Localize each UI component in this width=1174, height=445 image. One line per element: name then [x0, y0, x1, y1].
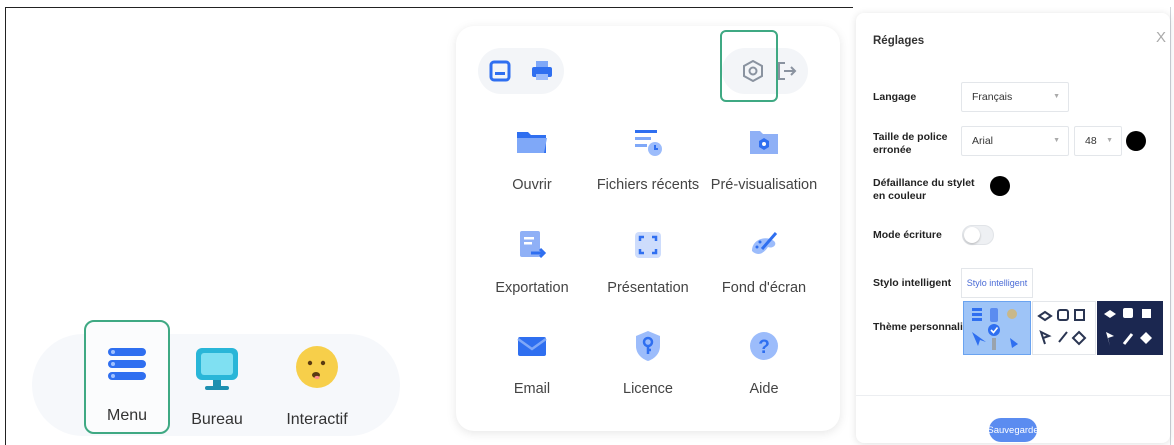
print-icon: [532, 61, 552, 80]
menu-item-label: Présentation: [607, 280, 689, 296]
menu-item-label: Licence: [623, 381, 673, 397]
toolbar-menu-label: Menu: [106, 407, 148, 424]
font-size-label-line2: erronée: [873, 144, 912, 156]
smart-pen-button[interactable]: Stylo intelligent: [961, 268, 1033, 298]
menu-item-label: Fond d'écran: [721, 280, 807, 296]
frame-border-left: [5, 7, 6, 445]
toolbar-bureau-button[interactable]: Bureau: [172, 334, 262, 436]
menu-item-presentation[interactable]: Présentation: [584, 227, 712, 317]
pen-color-label: Défaillance du stylet en couleur: [873, 177, 975, 203]
menu-item-aide[interactable]: ? Aide: [700, 328, 828, 418]
language-value: Français: [972, 91, 1013, 103]
font-size-value: 48: [1085, 135, 1097, 147]
settings-title: Réglages: [873, 35, 925, 47]
close-icon[interactable]: X: [1156, 29, 1166, 46]
recent-files-icon: [635, 130, 662, 156]
theme-preview-white-icon: [1037, 309, 1087, 346]
chevron-down-icon: ▼: [1106, 137, 1113, 144]
chevron-down-icon: ▼: [1053, 137, 1060, 144]
settings-panel: Réglages X Langage Français ▼ Taille de …: [856, 13, 1170, 443]
font-color-swatch[interactable]: [1126, 131, 1146, 151]
menu-item-licence[interactable]: Licence: [584, 328, 712, 418]
folder-icon: [517, 132, 547, 153]
language-label: Langage: [873, 91, 917, 103]
font-family-select[interactable]: Arial ▼: [961, 126, 1069, 156]
help-icon: ?: [750, 332, 778, 360]
footer-divider: [856, 395, 1170, 396]
writing-mode-toggle[interactable]: [962, 225, 994, 245]
menu-item-label: Aide: [749, 381, 779, 397]
writing-mode-label: Mode écriture: [873, 229, 942, 241]
toolbar-menu-button[interactable]: Menu: [84, 320, 170, 434]
save-settings-button[interactable]: Sauvegarde: [987, 418, 1039, 442]
menu-item-fond-ecran[interactable]: Fond d'écran: [700, 227, 828, 317]
menu-item-label: Fichiers récents: [596, 177, 700, 193]
menu-item-exportation[interactable]: Exportation: [468, 227, 596, 317]
theme-option-white[interactable]: [1032, 301, 1096, 355]
pen-color-label-line1: Défaillance du stylet: [873, 177, 975, 189]
theme-label: Thème personnalisé: [873, 321, 975, 333]
exit-icon: [778, 62, 797, 80]
menu-item-previsualisation[interactable]: Pré-visualisation: [700, 124, 828, 214]
chevron-down-icon: ▼: [1053, 93, 1060, 100]
font-size-label: Taille de police erronée: [873, 131, 948, 157]
file-actions-group: [478, 48, 564, 94]
font-size-select[interactable]: 48 ▼: [1074, 126, 1122, 156]
menu-item-label: Exportation: [495, 280, 569, 296]
font-family-value: Arial: [972, 135, 994, 147]
preview-icon: [750, 131, 778, 154]
smart-pen-label: Stylo intelligent: [873, 277, 952, 289]
emoji-face-icon: [296, 346, 338, 388]
wallpaper-icon: [752, 232, 778, 254]
monitor-icon: [196, 348, 238, 390]
bottom-toolbar: Menu Bureau Interactif: [32, 320, 400, 436]
print-button[interactable]: [530, 59, 554, 83]
language-select[interactable]: Français ▼: [961, 82, 1069, 112]
menu-item-label: Ouvrir: [512, 177, 552, 193]
frame-border-right: [1170, 7, 1171, 445]
pen-color-swatch[interactable]: [990, 176, 1010, 196]
main-menu-panel: Ouvrir Fichiers récents Pré-visualisatio…: [456, 26, 840, 431]
save-icon: [489, 60, 511, 82]
frame-border-top: [5, 7, 853, 8]
presentation-icon: [635, 232, 661, 258]
theme-preview-blue-icon: [972, 308, 1018, 350]
theme-option-blue[interactable]: [963, 301, 1031, 355]
theme-preview-dark-icon: [1104, 308, 1152, 346]
menu-item-label: Pré-visualisation: [710, 177, 818, 193]
menu-item-ouvrir[interactable]: Ouvrir: [468, 124, 596, 214]
menu-item-fichiers-recents[interactable]: Fichiers récents: [584, 124, 712, 214]
theme-option-dark-navy[interactable]: [1097, 301, 1163, 355]
toolbar-bureau-label: Bureau: [191, 411, 243, 428]
export-icon: [520, 231, 547, 259]
toolbar-interactif-button[interactable]: Interactif: [262, 334, 372, 436]
menu-item-label: Email: [513, 381, 551, 397]
license-icon: [636, 331, 660, 361]
menu-item-email[interactable]: Email: [468, 328, 596, 418]
pen-color-label-line2: en couleur: [873, 190, 927, 202]
menu-icon: [108, 348, 146, 380]
toggle-knob: [964, 227, 980, 243]
save-button[interactable]: [488, 59, 512, 83]
font-size-label-line1: Taille de police: [873, 131, 948, 143]
email-icon: [517, 337, 547, 356]
svg-text:?: ?: [758, 337, 770, 358]
settings-highlight: [720, 30, 778, 102]
toolbar-interactif-label: Interactif: [286, 411, 348, 428]
exit-button[interactable]: [775, 59, 799, 83]
